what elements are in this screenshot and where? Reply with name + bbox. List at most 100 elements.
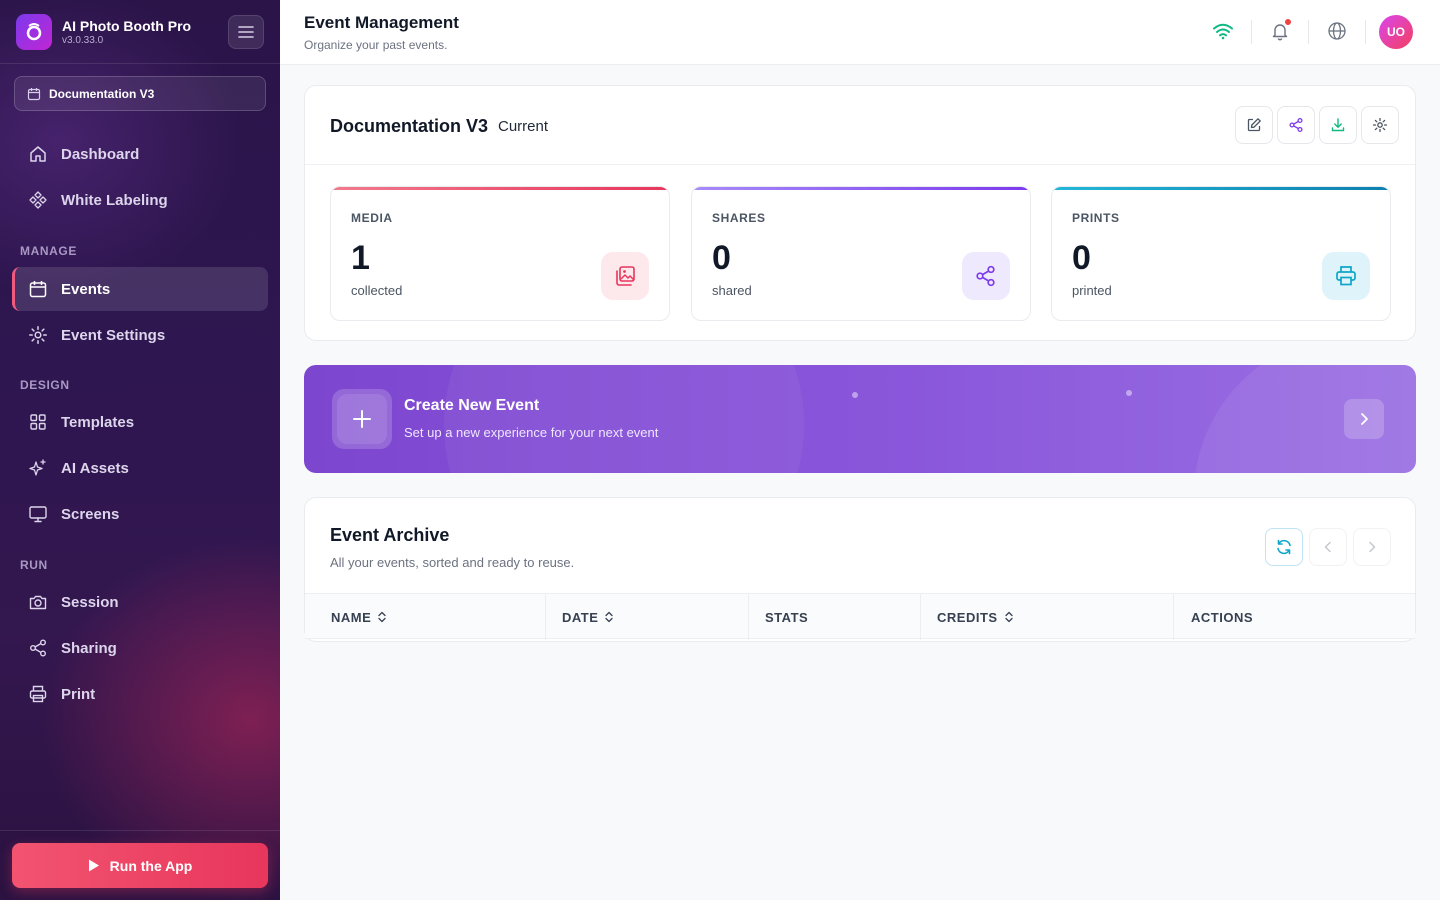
sidebar-item-label: Session [61, 593, 119, 611]
sidebar-item-events[interactable]: Events [12, 267, 268, 311]
sidebar-item-white-labeling[interactable]: White Labeling [12, 178, 268, 222]
sidebar-item-label: Dashboard [61, 145, 140, 163]
divider [1365, 20, 1366, 44]
divider [1308, 20, 1309, 44]
stat-card-media: MEDIA 1 collected [330, 186, 670, 321]
printer-icon [29, 685, 47, 703]
column-divider [545, 594, 546, 640]
user-avatar[interactable]: UO [1379, 15, 1413, 49]
divider [0, 830, 280, 831]
sidebar-item-print[interactable]: Print [12, 672, 268, 716]
page-subtitle: Organize your past events. [304, 38, 448, 52]
divider [0, 63, 280, 64]
refresh-button[interactable] [1265, 528, 1303, 566]
column-header-actions: ACTIONS [1191, 594, 1253, 640]
column-label: ACTIONS [1191, 609, 1253, 625]
column-header-name[interactable]: NAME [331, 594, 387, 640]
run-app-button[interactable]: Run the App [12, 843, 268, 888]
create-event-title: Create New Event [404, 397, 540, 414]
column-divider [1173, 594, 1174, 640]
chevron-right-icon [1361, 413, 1368, 425]
hamburger-icon [238, 26, 254, 38]
sort-icon [1004, 611, 1013, 623]
app-version: v3.0.33.0 [62, 35, 104, 46]
chevron-left-icon [1324, 541, 1331, 553]
event-title: Documentation V3 [330, 116, 489, 136]
create-event-arrow-button[interactable] [1344, 399, 1384, 439]
sort-icon [378, 611, 386, 623]
sidebar-item-screens[interactable]: Screens [12, 492, 268, 536]
current-event-selector[interactable]: Documentation V3 [14, 76, 266, 111]
images-icon [616, 266, 635, 286]
current-event-label: Documentation V3 [49, 86, 155, 101]
grid-icon [30, 414, 46, 430]
stat-label: MEDIA [351, 211, 393, 225]
wifi-status-button[interactable] [1210, 18, 1236, 44]
column-header-credits[interactable]: CREDITS [937, 594, 1014, 640]
stat-unit: printed [1072, 283, 1112, 298]
sidebar-item-label: White Labeling [61, 191, 168, 209]
run-app-label: Run the App [109, 857, 193, 874]
divider [1251, 20, 1252, 44]
edit-event-button[interactable] [1235, 106, 1273, 144]
column-divider [748, 594, 749, 640]
sidebar-item-dashboard[interactable]: Dashboard [12, 132, 268, 176]
plus-icon [353, 410, 371, 428]
archive-title: Event Archive [330, 525, 450, 545]
sidebar-item-templates[interactable]: Templates [12, 400, 268, 444]
sidebar-item-ai-assets[interactable]: AI Assets [12, 446, 268, 490]
sidebar-item-sharing[interactable]: Sharing [12, 626, 268, 670]
sidebar-item-event-settings[interactable]: Event Settings [12, 313, 268, 357]
menu-toggle-button[interactable] [228, 15, 264, 49]
share-icon [1289, 117, 1303, 133]
sidebar-item-label: Print [61, 685, 96, 703]
event-status-tag: Current [498, 118, 549, 135]
decorative-dot [1126, 390, 1132, 396]
event-settings-button[interactable] [1361, 106, 1399, 144]
stat-icon-box [1322, 252, 1370, 300]
monitor-icon [29, 506, 47, 523]
column-label: CREDITS [937, 609, 998, 625]
language-button[interactable] [1324, 18, 1350, 44]
stat-value: 1 [351, 239, 370, 277]
stat-unit: shared [712, 283, 752, 298]
next-page-button[interactable] [1353, 528, 1391, 566]
column-label: NAME [331, 609, 372, 625]
create-event-icon-box [332, 389, 392, 449]
event-archive-card: Event Archive All your events, sorted an… [304, 497, 1416, 642]
create-event-banner[interactable]: Create New Event Set up a new experience… [304, 365, 1416, 473]
sidebar-item-label: Screens [61, 505, 120, 523]
previous-page-button[interactable] [1309, 528, 1347, 566]
components-icon [29, 191, 47, 209]
share-icon [30, 639, 46, 657]
sidebar-item-label: Templates [61, 413, 135, 431]
refresh-icon [1277, 539, 1291, 555]
edit-icon [1247, 118, 1261, 132]
archive-subtitle: All your events, sorted and ready to reu… [330, 555, 575, 570]
app-name: AI Photo Booth Pro [62, 18, 192, 34]
stat-unit: collected [351, 283, 403, 298]
sort-icon [605, 611, 614, 623]
stat-value: 0 [712, 239, 731, 277]
brand: AI Photo Booth Pro v3.0.33.0 [16, 14, 191, 50]
column-header-date[interactable]: DATE [562, 594, 614, 640]
sidebar-item-session[interactable]: Session [12, 580, 268, 624]
stat-value: 0 [1072, 239, 1091, 277]
table-header: NAME DATE STATS CREDITS ACTIONS [305, 593, 1415, 640]
stat-accent-bar [331, 187, 669, 190]
sidebar-item-label: AI Assets [61, 459, 129, 477]
play-icon [88, 859, 99, 872]
column-header-stats: STATS [765, 594, 808, 640]
app-logo [16, 14, 52, 50]
printer-icon [1336, 266, 1356, 286]
notifications-button[interactable] [1267, 18, 1293, 44]
share-event-button[interactable] [1277, 106, 1315, 144]
download-icon [1331, 118, 1345, 132]
gear-icon [29, 326, 47, 344]
download-event-button[interactable] [1319, 106, 1357, 144]
notification-badge [1285, 19, 1291, 25]
gear-icon [1372, 117, 1388, 133]
stat-accent-bar [692, 187, 1030, 190]
stat-label: SHARES [712, 211, 766, 225]
stat-card-prints: PRINTS 0 printed [1051, 186, 1391, 321]
